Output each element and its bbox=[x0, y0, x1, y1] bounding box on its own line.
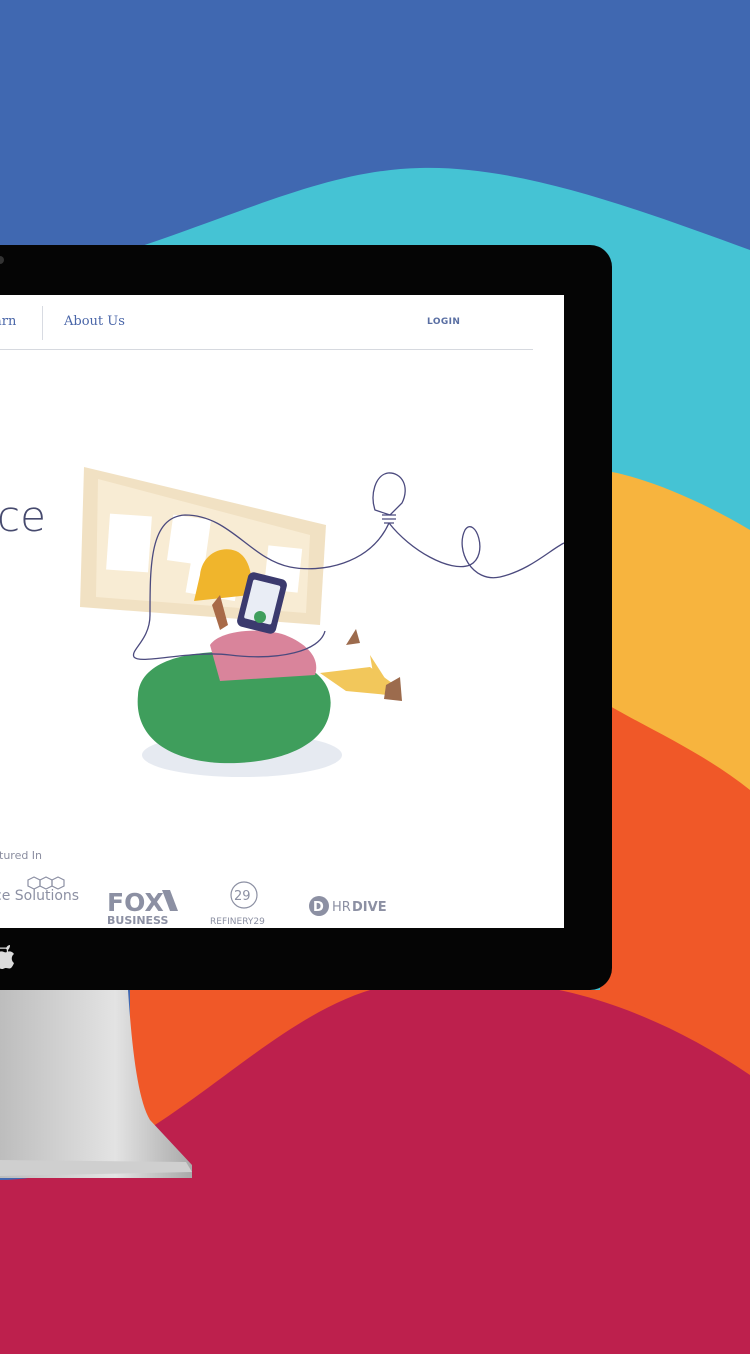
nav-separator bbox=[0, 349, 533, 350]
refinery29-logo: 29 REFINERY29 bbox=[210, 881, 265, 927]
hrdive-dive-text: DIVE bbox=[352, 900, 387, 915]
hrdive-hr-text: HR bbox=[332, 900, 351, 915]
hero-headline: ce bbox=[0, 492, 46, 541]
fox-text: FOX bbox=[107, 888, 164, 917]
login-link[interactable]: LOGIN bbox=[427, 317, 460, 327]
nav-link-about-us[interactable]: About Us bbox=[64, 314, 125, 329]
hero-illustration bbox=[80, 467, 564, 777]
fox-business-logo: FOX BUSINESS bbox=[107, 888, 178, 926]
monitor-stand bbox=[0, 990, 192, 1178]
hexagon-icon bbox=[27, 876, 65, 890]
hrdive-logo: D HR DIVE bbox=[309, 896, 387, 916]
nav-divider bbox=[42, 306, 43, 340]
featured-in-label: tured In bbox=[0, 849, 43, 862]
business-text: BUSINESS bbox=[107, 914, 168, 926]
hrdive-badge-text: D bbox=[313, 900, 324, 915]
nav-link-learn[interactable]: arn bbox=[0, 314, 16, 329]
refinery-badge-text: 29 bbox=[234, 889, 251, 904]
salesforce-solutions-logo: ce Solutions bbox=[0, 876, 79, 904]
refinery-label-text: REFINERY29 bbox=[210, 917, 265, 927]
corkboard-illustration bbox=[80, 467, 326, 625]
apple-logo-shape bbox=[0, 945, 14, 969]
website-screen bbox=[0, 295, 564, 928]
